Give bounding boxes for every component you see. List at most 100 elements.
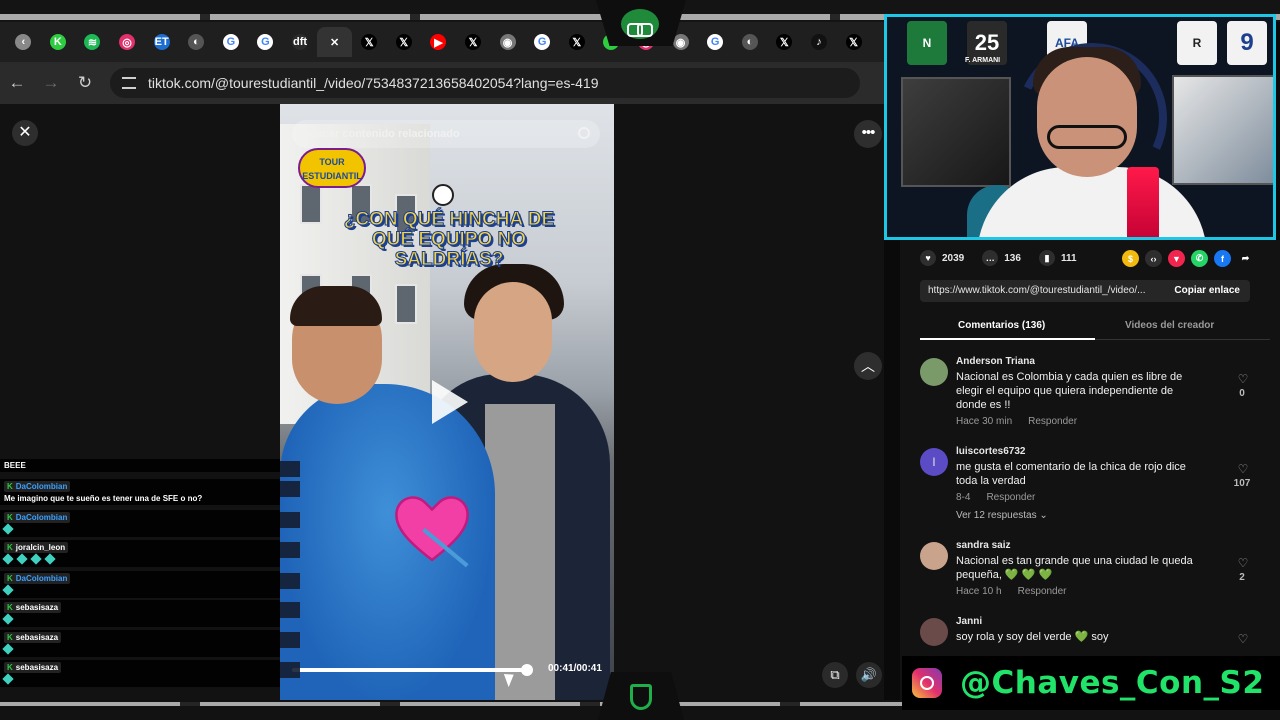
- browser-tab[interactable]: 𝕏: [387, 27, 422, 57]
- kick-icon: K: [49, 34, 66, 50]
- comment-meta: Hace 30 min Responder: [956, 416, 1093, 427]
- chat-emote: [2, 553, 276, 565]
- comment-text: soy rola y soy del verde 💚 soy: [956, 631, 1109, 643]
- browser-tab-bar: ‹K≋◎ET◐GGdft✕𝕏𝕏▶𝕏◉G𝕏◌◎◉G◐𝕏♪𝕏: [0, 22, 884, 62]
- browser-tab[interactable]: ◐: [732, 27, 767, 57]
- view-replies-button[interactable]: Ver 12 respuestas ⌄: [956, 510, 1048, 521]
- copy-link-button[interactable]: Copiar enlace: [1174, 280, 1240, 302]
- like-icon[interactable]: ♡: [1236, 372, 1250, 386]
- chat-username[interactable]: K DaColombian: [4, 481, 71, 492]
- heart-icon[interactable]: ♥: [920, 250, 936, 266]
- chat-username[interactable]: Ksebasisaza: [4, 662, 62, 673]
- back-arrow-icon[interactable]: ←: [0, 73, 34, 93]
- browser-tab[interactable]: ‹: [6, 27, 41, 57]
- volume-icon[interactable]: 🔊: [856, 662, 882, 688]
- browser-tab[interactable]: G: [525, 27, 560, 57]
- browser-tab[interactable]: ◉: [490, 27, 525, 57]
- picture-in-picture-icon[interactable]: ⧉: [822, 662, 848, 688]
- forward-arrow-icon[interactable]: →: [34, 73, 68, 93]
- previous-video-icon[interactable]: ︿: [854, 352, 882, 380]
- browser-tab[interactable]: ET: [144, 27, 179, 57]
- search-icon[interactable]: [578, 127, 590, 139]
- site-settings-icon[interactable]: [122, 77, 136, 89]
- google-icon: G: [222, 34, 239, 50]
- like-stat[interactable]: ♥ 2039: [920, 250, 964, 266]
- avatar[interactable]: [920, 618, 948, 646]
- more-options-icon[interactable]: •••: [854, 120, 882, 148]
- coin-icon[interactable]: $: [1122, 250, 1139, 267]
- share-arrow-icon[interactable]: ➦: [1237, 250, 1254, 267]
- browser-tab[interactable]: ◎: [110, 27, 145, 57]
- reply-button[interactable]: Responder: [1018, 586, 1067, 597]
- chat-username[interactable]: K DaColombian: [4, 573, 71, 584]
- like-icon[interactable]: ♡: [1236, 632, 1250, 646]
- video-link-box[interactable]: https://www.tiktok.com/@tourestudiantil_…: [920, 280, 1250, 302]
- instagram-icon: [912, 668, 942, 698]
- browser-tab[interactable]: 𝕏: [456, 27, 491, 57]
- comment-time: Hace 10 h: [956, 586, 1002, 597]
- comment-author[interactable]: Janni: [956, 616, 982, 627]
- globe-icon: ◐: [188, 34, 205, 50]
- chat-username[interactable]: Ksebasisaza: [4, 602, 62, 613]
- close-icon: ✕: [326, 34, 343, 50]
- chat-message: Ksebasisaza: [0, 630, 300, 657]
- x-icon: 𝕏: [395, 34, 412, 50]
- avatar[interactable]: [920, 358, 948, 386]
- video-player[interactable]: Buscar contenido relacionado TOUR ESTUDI…: [280, 104, 614, 700]
- comment-stat[interactable]: … 136: [982, 250, 1021, 266]
- instagram-icon: ◎: [119, 34, 136, 50]
- chat-message: Kjoralcin_leon: [0, 540, 300, 567]
- browser-tab[interactable]: dft: [283, 27, 318, 57]
- browser-tab[interactable]: ◐: [179, 27, 214, 57]
- chat-message: BEEE: [0, 459, 300, 477]
- like-icon[interactable]: ♡: [1236, 556, 1250, 570]
- comment-author[interactable]: luiscortes6732: [956, 446, 1026, 457]
- browser-tab[interactable]: 𝕏: [560, 27, 595, 57]
- tab-creator-videos[interactable]: Videos del creador: [1125, 320, 1214, 331]
- browser-tab[interactable]: K: [41, 27, 76, 57]
- browser-tab[interactable]: ♪: [802, 27, 837, 57]
- save-stat[interactable]: ▮ 111: [1038, 250, 1077, 266]
- address-bar[interactable]: tiktok.com/@tourestudiantil_/video/75348…: [110, 68, 860, 98]
- chat-text: BEEE: [4, 461, 26, 470]
- reply-button[interactable]: Responder: [1028, 416, 1077, 427]
- browser-tab[interactable]: G: [698, 27, 733, 57]
- video-link: https://www.tiktok.com/@tourestudiantil_…: [928, 285, 1146, 296]
- browser-tab[interactable]: ✕: [317, 27, 352, 57]
- tab-comments[interactable]: Comentarios (136): [958, 320, 1045, 331]
- embed-icon[interactable]: ‹›: [1145, 250, 1162, 267]
- avatar[interactable]: l: [920, 448, 948, 476]
- reload-icon[interactable]: ↻: [68, 73, 102, 93]
- chat-username[interactable]: Ksebasisaza: [4, 632, 62, 643]
- browser-tab[interactable]: 𝕏: [836, 27, 871, 57]
- video-caption: ¿CON QUÉ HINCHA DE QUÉ EQUIPO NO SALDRÍA…: [343, 209, 555, 270]
- browser-tab[interactable]: G: [214, 27, 249, 57]
- video-time: 00:41/00:41: [548, 663, 602, 674]
- browser-tab[interactable]: ≋: [75, 27, 110, 57]
- comment-icon[interactable]: …: [982, 250, 999, 266]
- comment-author[interactable]: sandra saiz: [956, 540, 1010, 551]
- chat-username[interactable]: Kjoralcin_leon: [4, 542, 69, 553]
- browser-tab[interactable]: G: [248, 27, 283, 57]
- streamer-handle-banner: @Chaves_Con_S2: [902, 656, 1280, 710]
- chat-username[interactable]: K DaColombian: [4, 512, 71, 523]
- browser-tab[interactable]: 𝕏: [767, 27, 802, 57]
- like-icon[interactable]: ♡: [1236, 462, 1250, 476]
- facebook-icon[interactable]: f: [1214, 250, 1231, 267]
- bookmark-icon[interactable]: ▮: [1038, 250, 1055, 266]
- avatar[interactable]: [920, 542, 948, 570]
- jersey-number: 9: [1227, 21, 1267, 65]
- chrome-icon: ◉: [499, 34, 516, 50]
- jersey-name: F. ARMANI: [965, 57, 1001, 64]
- send-icon[interactable]: ▼: [1168, 250, 1185, 267]
- related-search-input[interactable]: Buscar contenido relacionado: [292, 120, 600, 148]
- browser-tab[interactable]: 𝕏: [352, 27, 387, 57]
- reply-button[interactable]: Responder: [986, 492, 1035, 503]
- play-icon[interactable]: [432, 380, 468, 424]
- browser-tab[interactable]: ▶: [421, 27, 456, 57]
- comment-author[interactable]: Anderson Triana: [956, 356, 1035, 367]
- chat-emote: [2, 613, 276, 625]
- close-icon[interactable]: ✕: [12, 120, 38, 146]
- video-progress-bar[interactable]: [292, 664, 534, 676]
- whatsapp-icon[interactable]: ✆: [1191, 250, 1208, 267]
